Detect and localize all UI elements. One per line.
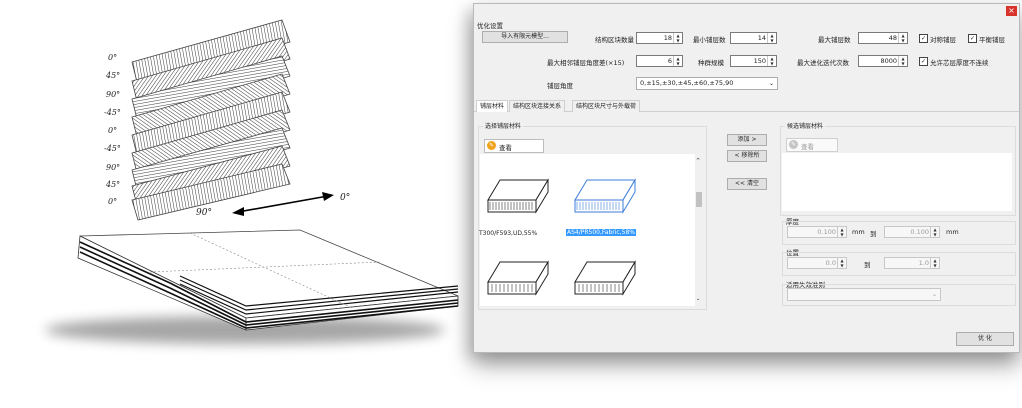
material-tile-icon[interactable] xyxy=(569,256,639,304)
position-to-label: 到 xyxy=(864,261,871,269)
thickness-unit-to: mm xyxy=(946,228,959,236)
min-plies-stepper[interactable]: 14 ▲ ▼ xyxy=(730,32,777,44)
max-angle-diff-value: 6 xyxy=(667,57,672,65)
failure-criteria-select[interactable]: ⌄ xyxy=(787,288,941,301)
thickness-from-stepper[interactable]: 0.100 ▲ ▼ xyxy=(787,226,847,238)
max-plies-stepper[interactable]: 48 ▲ ▼ xyxy=(858,32,908,44)
symmetric-checkbox[interactable]: ✓ xyxy=(919,34,928,43)
chevron-up-icon[interactable]: ^ xyxy=(696,158,700,164)
spin-arrows-icon[interactable]: ▲ ▼ xyxy=(767,33,776,43)
spin-arrows-icon[interactable]: ▲ ▼ xyxy=(930,258,939,268)
ply-angle-8: 45° xyxy=(105,180,120,189)
spin-arrows-icon[interactable]: ▲ ▼ xyxy=(767,56,776,66)
max-iterations-label: 最大进化迭代次数 xyxy=(797,59,849,67)
max-iterations-stepper[interactable]: 8000 ▲ ▼ xyxy=(858,55,908,67)
pencil-icon: ✎ xyxy=(789,140,798,149)
balanced-label: 平衡铺层 xyxy=(979,36,1005,44)
direction-0-label: 0° xyxy=(340,193,350,203)
spin-arrows-icon[interactable]: ▲ ▼ xyxy=(898,33,907,43)
position-to-stepper[interactable]: 1.0 ▲ ▼ xyxy=(884,257,940,269)
tab-block-connections[interactable]: 结构区块连接关系 xyxy=(509,100,566,112)
direction-arrow xyxy=(232,192,334,216)
block-count-label: 结构区块数量 xyxy=(595,36,634,44)
section-title: 优化设置 xyxy=(477,22,503,30)
max-angle-diff-stepper[interactable]: 6 ▲ ▼ xyxy=(636,55,683,67)
thickness-to-value: 0.100 xyxy=(910,228,929,236)
chevron-down-icon[interactable]: ⌄ xyxy=(932,290,937,299)
ply-stack xyxy=(131,19,291,221)
chevron-down-icon[interactable]: ⌄ xyxy=(696,296,700,302)
tab-bar: 铺层材料 结构区块连接关系 结构区块尺寸与外载荷 xyxy=(474,100,1019,112)
allow-core-label: 允许芯层厚度不连续 xyxy=(930,59,989,67)
block-count-stepper[interactable]: 18 ▲ ▼ xyxy=(636,32,683,44)
view-button[interactable]: ✎ 查看 xyxy=(484,139,544,153)
spin-arrows-icon[interactable]: ▲ ▼ xyxy=(673,56,682,66)
optimizer-window: × 优化设置 导入有限元模型... 结构区块数量 18 ▲ ▼ 最小铺层数 14 … xyxy=(473,3,1020,353)
ply-angle-5: 0° xyxy=(108,126,117,135)
spin-arrows-icon[interactable]: ▲ ▼ xyxy=(837,227,846,237)
ply-angle-6: -45° xyxy=(104,144,121,153)
min-plies-value: 14 xyxy=(757,34,766,42)
remove-button[interactable]: < 移除所 xyxy=(727,150,767,162)
laminate-illustration: 0° 45° 90° -45° 0° -45° 90° 45° 0° 90° 0… xyxy=(45,19,459,344)
pencil-icon: ✎ xyxy=(487,141,496,150)
tab-block-size-loads[interactable]: 结构区块尺寸与外载荷 xyxy=(572,100,641,112)
ply-angle-7: 90° xyxy=(106,163,120,172)
ply-angle-9: 0° xyxy=(108,197,117,206)
position-to-value: 1.0 xyxy=(918,259,929,267)
material-tile-icon[interactable] xyxy=(482,174,552,222)
thickness-from-value: 0.100 xyxy=(817,228,836,236)
clear-button[interactable]: << 清空 xyxy=(727,178,767,190)
close-button[interactable]: × xyxy=(1006,6,1017,16)
material-label-2[interactable]: AS4/PR500,Fabric,58% xyxy=(566,229,636,236)
thickness-unit-from: mm xyxy=(852,228,865,236)
chevron-down-icon[interactable]: ⌄ xyxy=(769,79,774,88)
position-from-stepper[interactable]: 0.0 ▲ ▼ xyxy=(787,257,847,269)
optimize-button[interactable]: 优 化 xyxy=(956,332,1014,346)
ply-angle-1: 0° xyxy=(108,53,117,62)
allow-core-checkbox[interactable]: ✓ xyxy=(919,57,928,66)
max-angle-diff-label: 最大相邻铺层角度差(×15) xyxy=(547,59,625,67)
min-plies-label: 最小铺层数 xyxy=(693,36,726,44)
balanced-checkbox[interactable]: ✓ xyxy=(968,34,977,43)
spin-arrows-icon[interactable]: ▲ ▼ xyxy=(898,56,907,66)
spin-arrows-icon[interactable]: ▲ ▼ xyxy=(837,258,846,268)
material-tile-icon[interactable] xyxy=(482,256,552,304)
ply-angle-2: 45° xyxy=(105,71,120,80)
max-plies-value: 48 xyxy=(888,34,897,42)
direction-90-label: 90° xyxy=(196,208,212,218)
symmetric-label: 对称铺层 xyxy=(930,36,956,44)
import-model-button[interactable]: 导入有限元模型... xyxy=(482,31,568,43)
candidate-materials-list[interactable] xyxy=(782,153,1012,211)
materials-scrollbar[interactable]: ^ ⌄ xyxy=(695,154,703,306)
max-plies-label: 最大铺层数 xyxy=(818,36,851,44)
population-value: 150 xyxy=(753,57,766,65)
population-label: 种群规模 xyxy=(698,59,724,67)
material-label-1[interactable]: T300/F593,UD,55% xyxy=(479,230,537,237)
population-stepper[interactable]: 150 ▲ ▼ xyxy=(730,55,777,67)
spin-arrows-icon[interactable]: ▲ ▼ xyxy=(930,227,939,237)
ply-angle-3: 90° xyxy=(106,90,120,99)
position-from-value: 0.0 xyxy=(825,259,836,267)
block-count-value: 18 xyxy=(663,34,672,42)
ply-angle-4: -45° xyxy=(104,108,121,117)
material-tile-icon[interactable] xyxy=(569,174,639,222)
select-materials-label: 选择铺层材料 xyxy=(483,121,524,130)
max-iterations-value: 8000 xyxy=(880,57,897,65)
thickness-to-stepper[interactable]: 0.100 ▲ ▼ xyxy=(884,226,940,238)
ply-angle-label: 铺层角度 xyxy=(547,82,573,90)
tab-ply-materials[interactable]: 铺层材料 xyxy=(476,100,509,112)
ply-angle-value: 0,±15,±30,±45,±60,±75,90 xyxy=(640,79,734,87)
spin-arrows-icon[interactable]: ▲ ▼ xyxy=(673,33,682,43)
thickness-to-label: 到 xyxy=(870,230,877,238)
candidate-materials-label: 候选铺层材料 xyxy=(785,121,826,130)
add-button[interactable]: 添加 > xyxy=(727,134,767,146)
ply-angle-select[interactable]: 0,±15,±30,±45,±60,±75,90 ⌄ xyxy=(636,77,778,90)
laminate-panel xyxy=(77,229,459,331)
scroll-thumb[interactable] xyxy=(696,192,702,207)
view-button-disabled[interactable]: ✎ 查看 xyxy=(786,138,838,152)
